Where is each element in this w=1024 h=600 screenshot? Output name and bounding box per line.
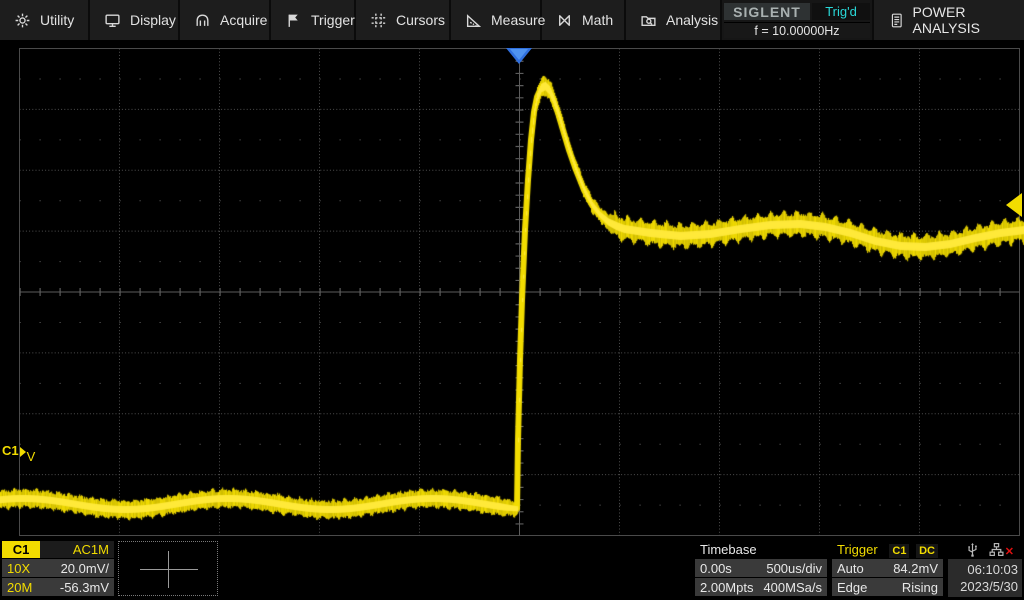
channel1-badge[interactable]: C1 bbox=[2, 541, 40, 558]
oscilloscope-screen: Utility Display Acquire bbox=[0, 0, 1024, 600]
trigger-slope: Rising bbox=[902, 580, 938, 595]
trigger-title: Trigger bbox=[837, 542, 878, 557]
trigger-mode: Auto bbox=[837, 561, 864, 576]
system-time: 06:10:03 bbox=[952, 561, 1018, 578]
crosshair-icon bbox=[168, 551, 169, 588]
channel1-coupling: AC1M bbox=[40, 541, 114, 558]
bottom-bar: C1 AC1M 10X 20.0mV/ 20M -56.3mV Timebase… bbox=[0, 540, 1024, 600]
channel1-scale: 20.0mV/ bbox=[61, 561, 109, 576]
timebase-points: 2.00Mpts bbox=[700, 580, 753, 595]
channel-offset-label: C1 bbox=[2, 444, 19, 457]
network-disconnected-icon: ✕ bbox=[1005, 547, 1014, 557]
channel-placeholder-slot[interactable] bbox=[118, 541, 218, 596]
crosshair-icon bbox=[140, 569, 198, 570]
network-icon bbox=[989, 542, 1004, 557]
channel-offset-unit: V bbox=[27, 450, 36, 463]
timebase-sample-rate: 400MSa/s bbox=[763, 580, 822, 595]
system-status-panel: ✕ 06:10:03 2023/5/30 bbox=[948, 541, 1022, 597]
timebase-title: Timebase bbox=[700, 542, 757, 557]
trigger-level-marker[interactable] bbox=[1006, 193, 1022, 217]
channel-offset-arrow-icon bbox=[20, 447, 26, 457]
channel1-panel[interactable]: C1 AC1M 10X 20.0mV/ 20M -56.3mV bbox=[2, 541, 114, 597]
trigger-level: 84.2mV bbox=[893, 561, 938, 576]
trigger-type: Edge bbox=[837, 580, 867, 595]
channel1-offset: -56.3mV bbox=[60, 580, 109, 595]
waveform-trace-c1 bbox=[0, 0, 1024, 600]
channel1-bandwidth: 20M bbox=[7, 580, 32, 595]
timebase-panel[interactable]: Timebase 0.00s 500us/div 2.00Mpts 400MSa… bbox=[695, 541, 827, 597]
channel-offset-marker[interactable]: C1 V bbox=[2, 444, 35, 457]
trigger-coupling-chip: DC bbox=[916, 544, 938, 558]
usb-icon bbox=[966, 542, 979, 557]
timebase-delay: 0.00s bbox=[700, 561, 732, 576]
trigger-panel[interactable]: Trigger C1 DC Auto 84.2mV Edge Rising bbox=[832, 541, 943, 597]
timebase-scale: 500us/div bbox=[766, 561, 822, 576]
trigger-position-marker[interactable] bbox=[506, 48, 532, 64]
trigger-source-chip: C1 bbox=[889, 544, 909, 558]
channel1-probe: 10X bbox=[7, 561, 30, 576]
system-date: 2023/5/30 bbox=[952, 578, 1018, 595]
